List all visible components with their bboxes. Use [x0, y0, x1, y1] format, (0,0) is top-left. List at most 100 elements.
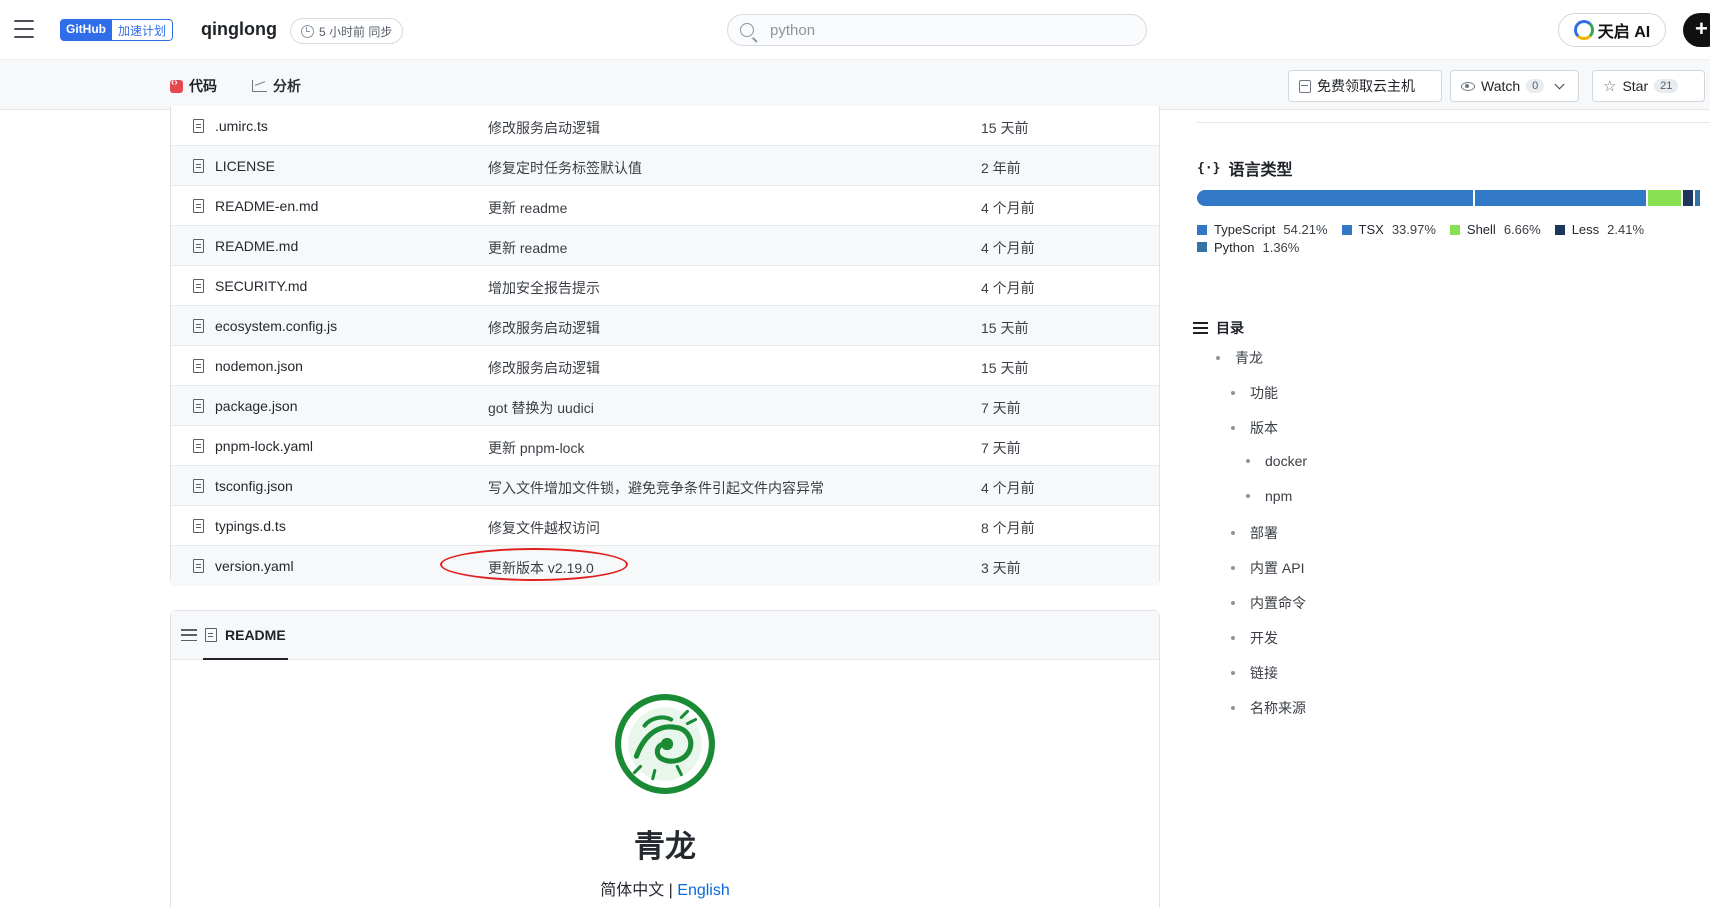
tab-analysis[interactable]: 分析: [252, 76, 301, 96]
file-row[interactable]: .umirc.ts 修改服务启动逻辑 15 天前: [171, 106, 1159, 146]
language-legend-item: TSX 33.97%: [1341, 221, 1436, 238]
ai-button[interactable]: 天启 AI: [1558, 13, 1666, 47]
bullet-icon: [1231, 531, 1235, 535]
language-legend-item: Less 2.41%: [1554, 221, 1645, 238]
file-name[interactable]: pnpm-lock.yaml: [215, 438, 313, 454]
toc-item[interactable]: 青龙: [1216, 348, 1263, 368]
toc-item[interactable]: 功能: [1231, 383, 1278, 403]
watch-count: 0: [1526, 79, 1545, 93]
file-row[interactable]: typings.d.ts 修复文件越权访问 8 个月前: [171, 506, 1159, 546]
file-row[interactable]: ecosystem.config.js 修改服务启动逻辑 15 天前: [171, 306, 1159, 346]
bullet-icon: [1231, 671, 1235, 675]
language-swatch: [1197, 224, 1207, 235]
file-row[interactable]: nodemon.json 修改服务启动逻辑 15 天前: [171, 346, 1159, 386]
toc-item[interactable]: npm: [1246, 488, 1292, 504]
commit-message[interactable]: 修复定时任务标签默认值: [488, 158, 642, 178]
toc-item[interactable]: 内置 API: [1231, 558, 1304, 578]
file-name[interactable]: .umirc.ts: [215, 118, 268, 134]
commit-message[interactable]: 更新 pnpm-lock: [488, 438, 584, 458]
github-badge-label: GitHub: [60, 19, 112, 41]
toc-item[interactable]: 版本: [1231, 418, 1278, 438]
language-name: Python: [1214, 239, 1255, 255]
create-button[interactable]: +: [1683, 13, 1710, 47]
commit-date: 15 天前: [981, 320, 1029, 336]
file-row[interactable]: tsconfig.json 写入文件增加文件锁，避免竞争条件引起文件内容异常 4 个…: [171, 466, 1159, 506]
file-row[interactable]: version.yaml 更新版本 v2.19.0 3 天前: [171, 546, 1159, 586]
star-button[interactable]: ☆ Star 21: [1592, 70, 1705, 102]
file-name[interactable]: README-en.md: [215, 198, 318, 214]
sync-text: 5 小时前 同步: [319, 24, 393, 39]
toc-item[interactable]: docker: [1246, 453, 1307, 469]
file-name[interactable]: README.md: [215, 238, 298, 254]
commit-date: 8 个月前: [981, 520, 1035, 536]
bullet-icon: [1231, 391, 1235, 395]
commit-message[interactable]: 更新 readme: [488, 198, 567, 218]
file-name[interactable]: package.json: [215, 398, 298, 414]
file-icon: [205, 627, 217, 642]
commit-message[interactable]: 更新版本 v2.19.0: [488, 558, 594, 578]
toc-item[interactable]: 名称来源: [1231, 698, 1306, 718]
file-name[interactable]: typings.d.ts: [215, 518, 286, 534]
search-icon: [740, 23, 754, 37]
bullet-icon: [1246, 494, 1250, 498]
toc-item[interactable]: 内置命令: [1231, 593, 1306, 613]
language-bar: [1197, 190, 1709, 206]
file-icon: [193, 359, 204, 373]
file-name[interactable]: version.yaml: [215, 558, 294, 574]
readme-tab[interactable]: README: [203, 611, 288, 660]
menu-icon[interactable]: [14, 20, 34, 38]
language-bar-segment: [1694, 190, 1702, 206]
file-name[interactable]: tsconfig.json: [215, 478, 293, 494]
commit-message[interactable]: 修改服务启动逻辑: [488, 318, 600, 338]
free-cloud-host-button[interactable]: 免费领取云主机: [1288, 70, 1442, 102]
toc-item-label: 名称来源: [1250, 700, 1306, 716]
file-name[interactable]: SECURITY.md: [215, 278, 307, 294]
commit-message[interactable]: 更新 readme: [488, 238, 567, 258]
language-percent: 2.41%: [1607, 222, 1645, 237]
search-box[interactable]: [727, 14, 1147, 46]
commit-message[interactable]: 修改服务启动逻辑: [488, 118, 600, 138]
search-input[interactable]: [770, 21, 1130, 39]
languages-title: 语言类型: [1228, 162, 1293, 179]
file-row[interactable]: README-en.md 更新 readme 4 个月前: [171, 186, 1159, 226]
commit-message[interactable]: 写入文件增加文件锁，避免竞争条件引起文件内容异常: [488, 478, 824, 498]
accelerate-badge-label: 加速计划: [112, 19, 174, 41]
sidebar-divider: [1196, 122, 1710, 123]
file-row[interactable]: SECURITY.md 增加安全报告提示 4 个月前: [171, 266, 1159, 306]
outline-icon[interactable]: [181, 629, 197, 641]
file-row[interactable]: pnpm-lock.yaml 更新 pnpm-lock 7 天前: [171, 426, 1159, 466]
file-name[interactable]: LICENSE: [215, 158, 275, 174]
lang-english-link[interactable]: English: [677, 882, 729, 899]
commit-message[interactable]: 修改服务启动逻辑: [488, 358, 600, 378]
ai-logo-icon: [1573, 20, 1594, 40]
github-accelerate-badge[interactable]: GitHub 加速计划: [60, 19, 174, 41]
chevron-down-icon[interactable]: [1554, 79, 1565, 89]
bullet-icon: [1216, 356, 1220, 360]
file-row[interactable]: package.json got 替换为 uudici 7 天前: [171, 386, 1159, 426]
commit-date: 4 个月前: [981, 480, 1035, 496]
file-icon: [193, 239, 204, 253]
tab-code[interactable]: 代码: [170, 76, 217, 96]
file-icon: [193, 399, 204, 413]
file-icon: [193, 199, 204, 213]
lang-separator: |: [664, 882, 678, 899]
file-icon: [193, 519, 204, 533]
bullet-icon: [1231, 601, 1235, 605]
language-swatch: [1197, 242, 1207, 252]
toc-item-label: 开发: [1250, 630, 1278, 646]
toc-item[interactable]: 开发: [1231, 628, 1278, 648]
toc-item[interactable]: 部署: [1231, 523, 1278, 543]
commit-message[interactable]: got 替换为 uudici: [488, 398, 594, 418]
file-row[interactable]: README.md 更新 readme 4 个月前: [171, 226, 1159, 266]
toc-item[interactable]: 链接: [1231, 663, 1278, 683]
repo-name[interactable]: qinglong: [201, 19, 277, 40]
language-name: TSX: [1358, 222, 1384, 237]
file-name[interactable]: nodemon.json: [215, 358, 303, 374]
commit-message[interactable]: 增加安全报告提示: [488, 278, 600, 298]
watch-button[interactable]: Watch 0: [1450, 70, 1579, 102]
top-header: GitHub 加速计划 qinglong 5 小时前 同步 天启 AI +: [0, 0, 1710, 60]
commit-date: 7 天前: [981, 400, 1021, 416]
file-name[interactable]: ecosystem.config.js: [215, 318, 337, 334]
file-row[interactable]: LICENSE 修复定时任务标签默认值 2 年前: [171, 146, 1159, 186]
commit-message[interactable]: 修复文件越权访问: [488, 518, 600, 538]
